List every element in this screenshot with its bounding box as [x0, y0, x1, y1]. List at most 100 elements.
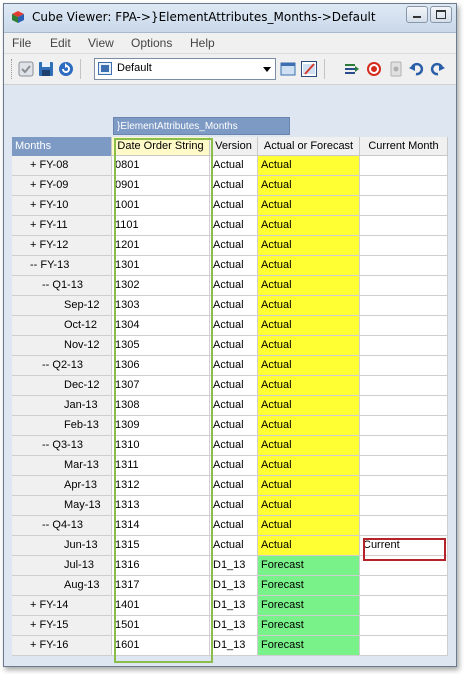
- current-month-cell[interactable]: [360, 156, 448, 176]
- version-cell[interactable]: Actual: [210, 436, 258, 456]
- row-header-element[interactable]: -- Q4-13: [12, 516, 112, 536]
- date-order-string-cell[interactable]: 1001: [112, 196, 210, 216]
- row-header-element[interactable]: Sep-12: [12, 296, 112, 316]
- actual-or-forecast-cell[interactable]: Actual: [258, 176, 360, 196]
- current-month-cell[interactable]: [360, 256, 448, 276]
- export-icon[interactable]: [344, 61, 360, 77]
- version-cell[interactable]: Actual: [210, 236, 258, 256]
- date-order-string-cell[interactable]: 1304: [112, 316, 210, 336]
- stop-icon[interactable]: [366, 61, 382, 77]
- version-cell[interactable]: Actual: [210, 536, 258, 556]
- sandbox-edit-icon[interactable]: [301, 61, 317, 77]
- date-order-string-cell[interactable]: 1501: [112, 616, 210, 636]
- version-cell[interactable]: Actual: [210, 456, 258, 476]
- actual-or-forecast-cell[interactable]: Actual: [258, 436, 360, 456]
- current-month-cell[interactable]: [360, 356, 448, 376]
- row-header-element[interactable]: + FY-14: [12, 596, 112, 616]
- row-header-element[interactable]: Mar-13: [12, 456, 112, 476]
- version-cell[interactable]: Actual: [210, 176, 258, 196]
- row-header-element[interactable]: + FY-11: [12, 216, 112, 236]
- version-cell[interactable]: Actual: [210, 356, 258, 376]
- undo-icon[interactable]: [408, 61, 424, 77]
- date-order-string-cell[interactable]: 1401: [112, 596, 210, 616]
- current-month-cell[interactable]: [360, 376, 448, 396]
- version-cell[interactable]: Actual: [210, 476, 258, 496]
- date-order-string-cell[interactable]: 1308: [112, 396, 210, 416]
- current-month-cell[interactable]: [360, 616, 448, 636]
- date-order-string-cell[interactable]: 1314: [112, 516, 210, 536]
- date-order-string-cell[interactable]: 1305: [112, 336, 210, 356]
- version-cell[interactable]: Actual: [210, 516, 258, 536]
- refresh-icon[interactable]: [58, 61, 74, 77]
- row-header-element[interactable]: Oct-12: [12, 316, 112, 336]
- view-select[interactable]: Default: [94, 58, 276, 80]
- toolbar-grip[interactable]: [11, 59, 14, 79]
- actual-or-forecast-cell[interactable]: Actual: [258, 296, 360, 316]
- actual-or-forecast-cell[interactable]: Actual: [258, 276, 360, 296]
- version-cell[interactable]: Actual: [210, 336, 258, 356]
- column-header-actual-or-forecast[interactable]: Actual or Forecast: [258, 137, 360, 156]
- menu-options[interactable]: Options: [131, 36, 172, 50]
- version-cell[interactable]: Actual: [210, 296, 258, 316]
- date-order-string-cell[interactable]: 1315: [112, 536, 210, 556]
- actual-or-forecast-cell[interactable]: Actual: [258, 376, 360, 396]
- current-month-cell[interactable]: [360, 456, 448, 476]
- column-header-date-order-string[interactable]: Date Order String: [112, 137, 210, 156]
- date-order-string-cell[interactable]: 1309: [112, 416, 210, 436]
- redo-icon[interactable]: [430, 61, 446, 77]
- date-order-string-cell[interactable]: 1302: [112, 276, 210, 296]
- row-header-element[interactable]: Dec-12: [12, 376, 112, 396]
- version-cell[interactable]: D1_13: [210, 556, 258, 576]
- current-month-cell[interactable]: [360, 316, 448, 336]
- date-order-string-cell[interactable]: 1311: [112, 456, 210, 476]
- row-header-element[interactable]: Aug-13: [12, 576, 112, 596]
- column-header-current-month[interactable]: Current Month: [360, 137, 448, 156]
- version-cell[interactable]: Actual: [210, 216, 258, 236]
- current-month-cell[interactable]: [360, 236, 448, 256]
- row-header-element[interactable]: + FY-10: [12, 196, 112, 216]
- date-order-string-cell[interactable]: 1312: [112, 476, 210, 496]
- version-cell[interactable]: Actual: [210, 496, 258, 516]
- settings-disabled-icon[interactable]: [388, 61, 404, 77]
- actual-or-forecast-cell[interactable]: Actual: [258, 336, 360, 356]
- version-cell[interactable]: Actual: [210, 416, 258, 436]
- date-order-string-cell[interactable]: 1310: [112, 436, 210, 456]
- current-month-cell[interactable]: Current: [360, 536, 448, 556]
- row-header-element[interactable]: + FY-15: [12, 616, 112, 636]
- date-order-string-cell[interactable]: 1601: [112, 636, 210, 656]
- row-header-element[interactable]: -- Q2-13: [12, 356, 112, 376]
- current-month-cell[interactable]: [360, 556, 448, 576]
- row-header-element[interactable]: Jul-13: [12, 556, 112, 576]
- title-bar[interactable]: Cube Viewer: FPA->}ElementAttributes_Mon…: [4, 4, 456, 33]
- row-header-element[interactable]: -- FY-13: [12, 256, 112, 276]
- actual-or-forecast-cell[interactable]: Forecast: [258, 576, 360, 596]
- date-order-string-cell[interactable]: 1301: [112, 256, 210, 276]
- current-month-cell[interactable]: [360, 276, 448, 296]
- actual-or-forecast-cell[interactable]: Actual: [258, 156, 360, 176]
- actual-or-forecast-cell[interactable]: Actual: [258, 516, 360, 536]
- actual-or-forecast-cell[interactable]: Actual: [258, 256, 360, 276]
- current-month-cell[interactable]: [360, 516, 448, 536]
- actual-or-forecast-cell[interactable]: Actual: [258, 216, 360, 236]
- save-icon[interactable]: [38, 61, 54, 77]
- actual-or-forecast-cell[interactable]: Actual: [258, 396, 360, 416]
- current-month-cell[interactable]: [360, 216, 448, 236]
- current-month-cell[interactable]: [360, 336, 448, 356]
- version-cell[interactable]: D1_13: [210, 596, 258, 616]
- actual-or-forecast-cell[interactable]: Forecast: [258, 556, 360, 576]
- date-order-string-cell[interactable]: 1303: [112, 296, 210, 316]
- current-month-cell[interactable]: [360, 176, 448, 196]
- column-header-version[interactable]: Version: [210, 137, 258, 156]
- version-cell[interactable]: Actual: [210, 316, 258, 336]
- current-month-cell[interactable]: [360, 196, 448, 216]
- actual-or-forecast-cell[interactable]: Actual: [258, 316, 360, 336]
- version-cell[interactable]: D1_13: [210, 576, 258, 596]
- current-month-cell[interactable]: [360, 576, 448, 596]
- actual-or-forecast-cell[interactable]: Forecast: [258, 596, 360, 616]
- row-header-element[interactable]: Apr-13: [12, 476, 112, 496]
- menu-view[interactable]: View: [88, 36, 114, 50]
- row-header-element[interactable]: + FY-16: [12, 636, 112, 656]
- menu-edit[interactable]: Edit: [50, 36, 71, 50]
- current-month-cell[interactable]: [360, 296, 448, 316]
- current-month-cell[interactable]: [360, 596, 448, 616]
